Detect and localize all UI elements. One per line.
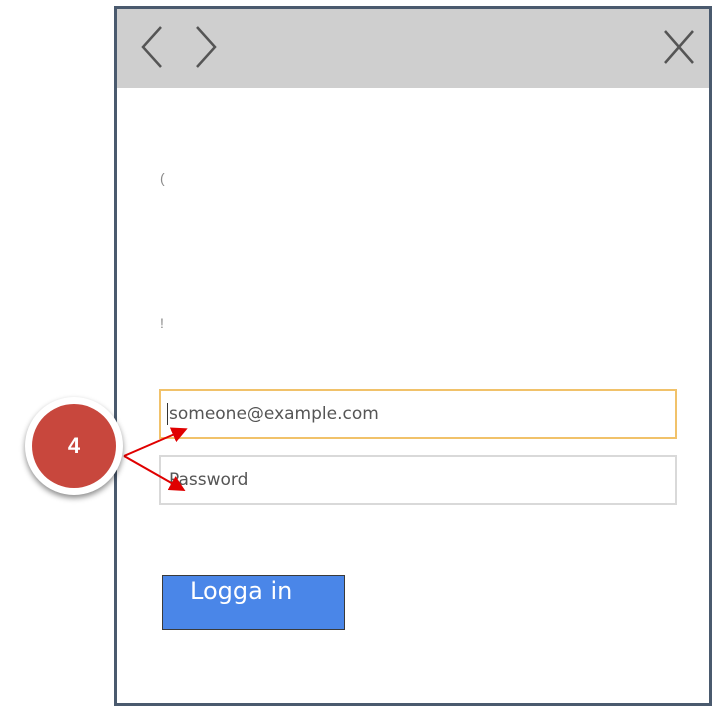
callout-arrows <box>123 427 188 491</box>
step-callout: 4 <box>25 397 123 495</box>
arrow-to-password <box>123 455 186 491</box>
step-number-badge: 4 <box>32 404 116 488</box>
arrow-to-email <box>123 427 188 457</box>
step-number: 4 <box>67 433 81 458</box>
